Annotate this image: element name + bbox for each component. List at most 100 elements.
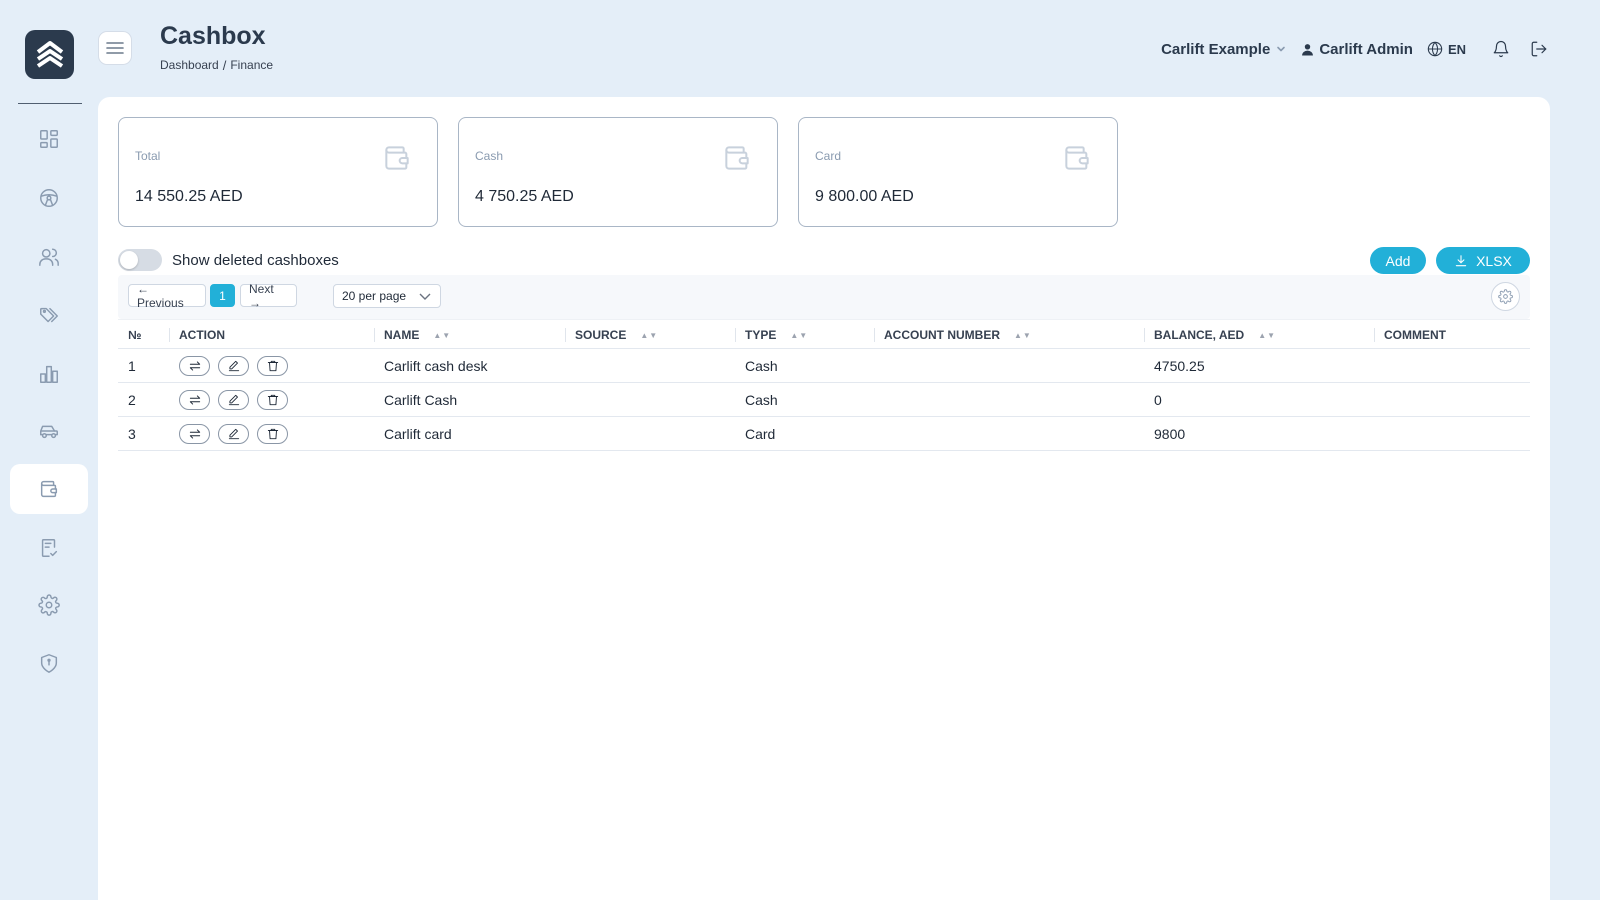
breadcrumb: Dashboard / Finance [160, 58, 273, 73]
sort-icon: ▲▼ [433, 330, 452, 340]
table-row: 1 Carlift cash desk Cash 4750.25 [118, 349, 1530, 383]
stat-card-total: Total 14 550.25 AED [118, 117, 438, 227]
per-page-value: 20 per page [342, 289, 407, 303]
cell-type: Cash [745, 391, 778, 408]
language-code: EN [1447, 41, 1466, 57]
app-logo[interactable] [25, 30, 74, 79]
sidebar-item-settings[interactable] [10, 580, 88, 630]
column-header-account-number[interactable]: ACCOUNT NUMBER ▲▼ [874, 320, 1032, 350]
sidebar-item-dashboard[interactable] [10, 114, 88, 164]
page-1-button[interactable]: 1 [210, 284, 235, 307]
company-selector[interactable]: Carlift Example [1161, 41, 1287, 58]
stat-value: 14 550.25 AED [135, 188, 243, 205]
header-actions: Carlift Example Carlift Admin EN [1161, 38, 1548, 60]
delete-button[interactable] [257, 355, 288, 376]
cell-number: 3 [128, 425, 136, 442]
user-name: Carlift Admin [1319, 40, 1413, 58]
logout-icon [1531, 41, 1547, 57]
company-name: Carlift Example [1161, 40, 1271, 58]
show-deleted-toggle[interactable] [118, 249, 162, 271]
sort-icon: ▲▼ [1258, 330, 1277, 340]
show-deleted-toggle-row: Show deleted cashboxes [118, 249, 339, 271]
sidebar-item-users[interactable] [10, 232, 88, 282]
page-title: Cashbox [160, 22, 266, 50]
shield-icon [40, 654, 58, 673]
sidebar-item-security[interactable] [10, 638, 88, 688]
logout-button[interactable] [1530, 40, 1548, 58]
transfer-button[interactable] [179, 423, 210, 444]
next-page-button[interactable]: Next → [240, 282, 297, 310]
breadcrumb-finance[interactable]: Finance [230, 58, 273, 73]
cell-name: Carlift card [384, 425, 452, 442]
table-settings-button[interactable] [1491, 282, 1520, 311]
cell-name: Carlift Cash [384, 391, 458, 408]
pencil-icon [228, 360, 239, 371]
users-icon [39, 248, 59, 266]
export-label: XLSX [1476, 252, 1512, 269]
table-row: 3 Carlift card Card 9800 [118, 417, 1530, 451]
breadcrumb-dashboard[interactable]: Dashboard [160, 58, 219, 73]
download-icon [1455, 254, 1467, 266]
sort-icon: ▲▼ [790, 330, 809, 340]
user-menu[interactable]: Carlift Admin [1301, 41, 1413, 58]
column-header-type[interactable]: TYPE ▲▼ [735, 320, 809, 350]
cell-actions [179, 383, 296, 416]
export-xlsx-button[interactable]: XLSX [1436, 247, 1530, 274]
checklist-icon [41, 539, 58, 557]
trash-icon [267, 428, 278, 439]
column-header-comment: COMMENT [1374, 320, 1446, 350]
stat-value: 4 750.25 AED [475, 188, 574, 205]
stat-card-cash: Cash 4 750.25 AED [458, 117, 778, 227]
add-button[interactable]: Add [1370, 247, 1426, 274]
column-header-number: № [128, 328, 142, 342]
delete-button[interactable] [257, 423, 288, 444]
dashboard-icon [40, 130, 58, 148]
stat-card-card: Card 9 800.00 AED [798, 117, 1118, 227]
cell-number: 1 [128, 357, 136, 374]
per-page-select[interactable]: 20 per page [333, 284, 441, 308]
chevron-down-icon [419, 293, 431, 300]
pencil-icon [228, 428, 239, 439]
bell-icon [1493, 40, 1509, 58]
sort-icon: ▲▼ [1014, 330, 1032, 340]
logo-chevrons-icon [36, 40, 63, 68]
sidebar-item-cars[interactable] [10, 406, 88, 456]
notifications-button[interactable] [1492, 40, 1510, 58]
hamburger-menu-button[interactable] [98, 31, 132, 65]
sidebar-item-finance[interactable] [10, 464, 88, 514]
wallet-icon [381, 142, 413, 174]
table-header: № ACTION NAME ▲▼ SOURCE ▲▼ TYPE ▲▼ ACCOUNT … [118, 319, 1530, 349]
cell-type: Card [745, 425, 776, 442]
stat-label: Cash [475, 149, 504, 163]
cell-balance: 4750.25 [1154, 357, 1205, 374]
column-header-balance[interactable]: BALANCE, AED ▲▼ [1144, 320, 1277, 350]
gear-icon [38, 594, 60, 616]
transfer-arrows-icon [189, 394, 200, 405]
tags-icon [40, 307, 58, 323]
edit-button[interactable] [218, 423, 249, 444]
column-header-action: ACTION [169, 320, 225, 350]
edit-button[interactable] [218, 389, 249, 410]
cell-balance: 9800 [1154, 425, 1186, 442]
transfer-button[interactable] [179, 355, 210, 376]
transfer-arrows-icon [189, 428, 200, 439]
cell-number: 2 [128, 391, 136, 408]
column-header-source[interactable]: SOURCE ▲▼ [565, 320, 658, 350]
sidebar-item-drivers[interactable] [10, 173, 88, 223]
edit-button[interactable] [218, 355, 249, 376]
table-toolbar: ← Previous 1 Next → 20 per page [118, 275, 1530, 319]
globe-icon [1427, 41, 1443, 57]
sidebar-item-tags[interactable] [10, 291, 88, 341]
previous-page-button[interactable]: ← Previous [128, 282, 206, 310]
sidebar-item-reports[interactable] [10, 349, 88, 399]
column-header-name[interactable]: NAME ▲▼ [374, 320, 452, 350]
transfer-button[interactable] [179, 389, 210, 410]
cell-actions [179, 349, 296, 382]
menu-icon [106, 42, 124, 54]
breadcrumb-separator: / [222, 58, 227, 73]
user-icon [1302, 43, 1314, 55]
bar-chart-icon [40, 365, 58, 383]
delete-button[interactable] [257, 389, 288, 410]
sidebar-item-tasks[interactable] [10, 523, 88, 573]
language-selector[interactable]: EN [1427, 41, 1466, 57]
